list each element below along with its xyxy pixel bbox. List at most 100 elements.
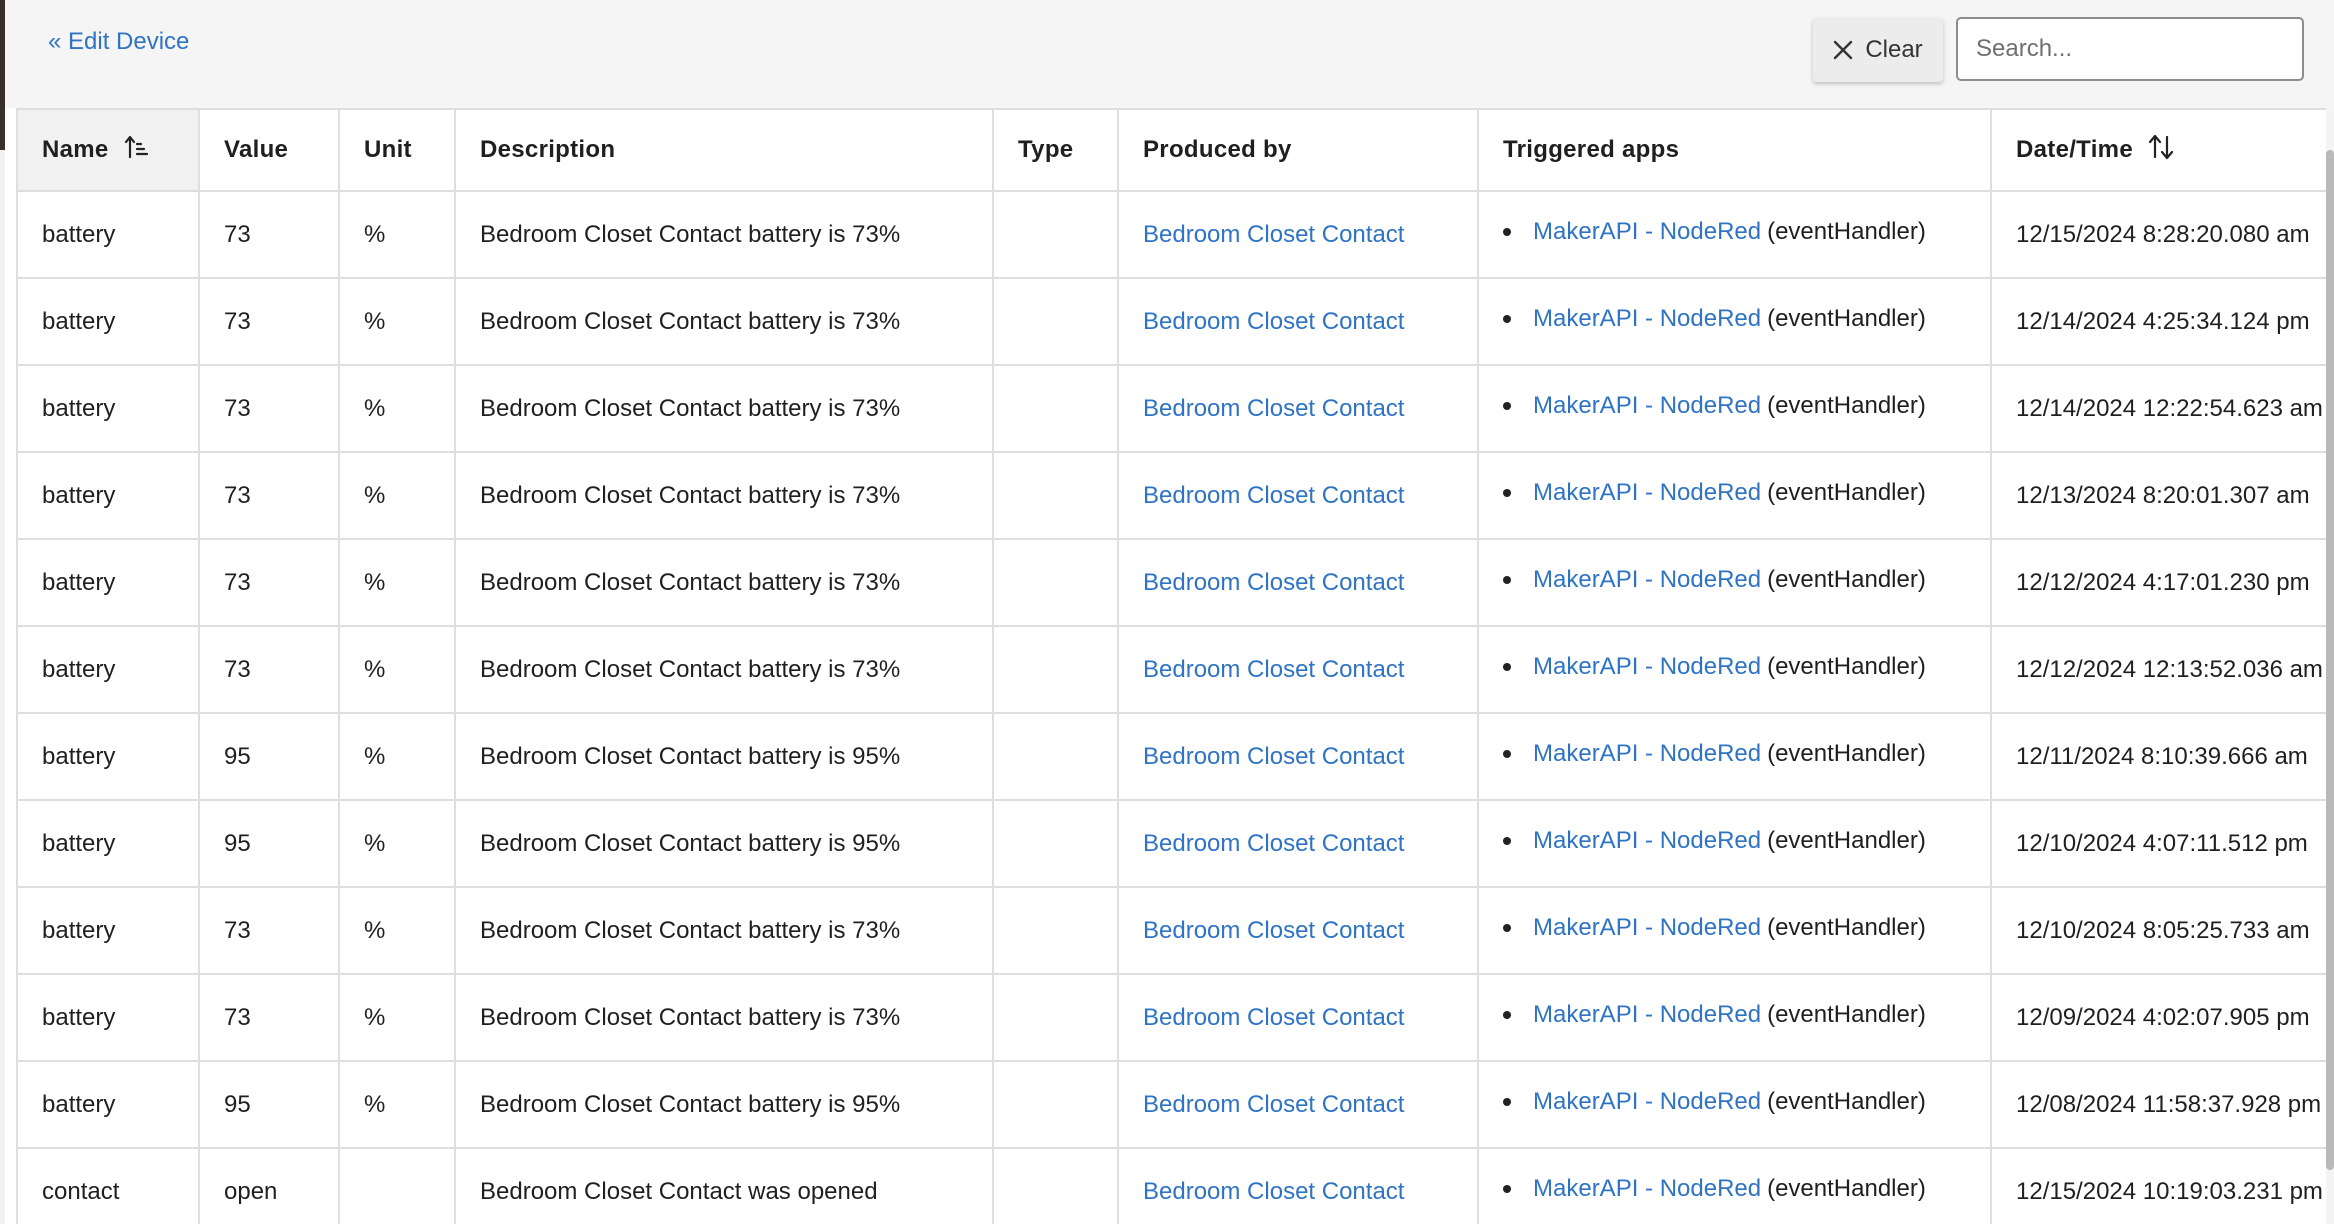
triggered-app-link[interactable]: MakerAPI - NodeRed bbox=[1533, 1088, 1761, 1116]
events-table-container: Name Value Unit Description Type Produce… bbox=[16, 108, 2334, 1224]
triggered-app-handler: (eventHandler) bbox=[1767, 652, 1926, 680]
produced-by-link[interactable]: Bedroom Closet Contact bbox=[1143, 1004, 1404, 1031]
column-header-type[interactable]: Type bbox=[992, 108, 1119, 192]
triggered-app-handler: (eventHandler) bbox=[1767, 391, 1926, 419]
cell-produced-by: Bedroom Closet Contact bbox=[1117, 799, 1479, 888]
triggered-app-link[interactable]: MakerAPI - NodeRed bbox=[1533, 740, 1761, 768]
scrollbar-thumb[interactable] bbox=[2326, 150, 2334, 1170]
cell-produced-by: Bedroom Closet Contact bbox=[1117, 886, 1479, 975]
cell-name: battery bbox=[16, 190, 200, 279]
left-window-edge bbox=[0, 0, 5, 1224]
cell-triggered-apps: MakerAPI - NodeRed (eventHandler) bbox=[1477, 712, 1992, 801]
triggered-app-link[interactable]: MakerAPI - NodeRed bbox=[1533, 479, 1761, 507]
cell-unit: % bbox=[338, 277, 456, 366]
cell-triggered-apps: MakerAPI - NodeRed (eventHandler) bbox=[1477, 1060, 1992, 1149]
cell-triggered-apps: MakerAPI - NodeRed (eventHandler) bbox=[1477, 277, 1992, 366]
cell-description: Bedroom Closet Contact battery is 95% bbox=[454, 1060, 994, 1149]
triggered-app-link[interactable]: MakerAPI - NodeRed bbox=[1533, 392, 1761, 420]
triggered-app-item: MakerAPI - NodeRed (eventHandler) bbox=[1503, 392, 1966, 420]
triggered-app-link[interactable]: MakerAPI - NodeRed bbox=[1533, 653, 1761, 681]
cell-name: battery bbox=[16, 886, 200, 975]
table-row: battery 73% Bedroom Closet Contact battery… bbox=[16, 886, 2334, 975]
triggered-app-link[interactable]: MakerAPI - NodeRed bbox=[1533, 827, 1761, 855]
cell-description: Bedroom Closet Contact battery is 73% bbox=[454, 625, 994, 714]
column-header-triggered-apps-label: Triggered apps bbox=[1503, 136, 1680, 163]
produced-by-link[interactable]: Bedroom Closet Contact bbox=[1143, 917, 1404, 944]
triggered-app-link[interactable]: MakerAPI - NodeRed bbox=[1533, 566, 1761, 594]
produced-by-link[interactable]: Bedroom Closet Contact bbox=[1143, 569, 1404, 596]
cell-datetime: 12/10/2024 4:07:11.512 pm bbox=[1990, 799, 2334, 888]
cell-name: battery bbox=[16, 277, 200, 366]
produced-by-link[interactable]: Bedroom Closet Contact bbox=[1143, 743, 1404, 770]
cell-triggered-apps: MakerAPI - NodeRed (eventHandler) bbox=[1477, 625, 1992, 714]
column-header-unit[interactable]: Unit bbox=[338, 108, 456, 192]
cell-value: open bbox=[198, 1147, 340, 1224]
cell-unit bbox=[338, 1147, 456, 1224]
cell-produced-by: Bedroom Closet Contact bbox=[1117, 1147, 1479, 1224]
triggered-app-link[interactable]: MakerAPI - NodeRed bbox=[1533, 305, 1761, 333]
column-header-value[interactable]: Value bbox=[198, 108, 340, 192]
events-table: Name Value Unit Description Type Produce… bbox=[16, 108, 2334, 1224]
cell-triggered-apps: MakerAPI - NodeRed (eventHandler) bbox=[1477, 886, 1992, 975]
search-input[interactable] bbox=[1956, 17, 2304, 81]
cell-type bbox=[992, 712, 1119, 801]
triggered-app-item: MakerAPI - NodeRed (eventHandler) bbox=[1503, 1088, 1966, 1116]
triggered-app-handler: (eventHandler) bbox=[1767, 913, 1926, 941]
cell-name: battery bbox=[16, 712, 200, 801]
column-header-datetime[interactable]: Date/Time bbox=[1990, 108, 2334, 192]
triggered-app-link[interactable]: MakerAPI - NodeRed bbox=[1533, 218, 1761, 246]
table-row: battery 73% Bedroom Closet Contact battery… bbox=[16, 625, 2334, 714]
produced-by-link[interactable]: Bedroom Closet Contact bbox=[1143, 656, 1404, 683]
column-header-name[interactable]: Name bbox=[16, 108, 200, 192]
cell-datetime: 12/11/2024 8:10:39.666 am bbox=[1990, 712, 2334, 801]
triggered-app-item: MakerAPI - NodeRed (eventHandler) bbox=[1503, 305, 1966, 333]
column-header-triggered-apps[interactable]: Triggered apps bbox=[1477, 108, 1992, 192]
cell-unit: % bbox=[338, 364, 456, 453]
table-row: battery 73% Bedroom Closet Contact battery… bbox=[16, 973, 2334, 1062]
produced-by-link[interactable]: Bedroom Closet Contact bbox=[1143, 395, 1404, 422]
triggered-app-link[interactable]: MakerAPI - NodeRed bbox=[1533, 914, 1761, 942]
table-header-row: Name Value Unit Description Type Produce… bbox=[16, 108, 2334, 192]
cell-produced-by: Bedroom Closet Contact bbox=[1117, 277, 1479, 366]
produced-by-link[interactable]: Bedroom Closet Contact bbox=[1143, 221, 1404, 248]
column-header-description[interactable]: Description bbox=[454, 108, 994, 192]
cell-type bbox=[992, 364, 1119, 453]
triggered-app-item: MakerAPI - NodeRed (eventHandler) bbox=[1503, 479, 1966, 507]
table-body: battery 73% Bedroom Closet Contact battery… bbox=[16, 190, 2334, 1224]
cell-value: 73 bbox=[198, 625, 340, 714]
bullet-icon bbox=[1503, 488, 1511, 497]
produced-by-link[interactable]: Bedroom Closet Contact bbox=[1143, 1091, 1404, 1118]
produced-by-link[interactable]: Bedroom Closet Contact bbox=[1143, 482, 1404, 509]
cell-value: 95 bbox=[198, 712, 340, 801]
bullet-icon bbox=[1503, 1184, 1511, 1193]
triggered-app-link[interactable]: MakerAPI - NodeRed bbox=[1533, 1001, 1761, 1029]
edit-device-back-link[interactable]: « Edit Device bbox=[48, 28, 189, 56]
cell-description: Bedroom Closet Contact battery is 95% bbox=[454, 799, 994, 888]
cell-datetime: 12/14/2024 12:22:54.623 am bbox=[1990, 364, 2334, 453]
cell-produced-by: Bedroom Closet Contact bbox=[1117, 712, 1479, 801]
clear-button[interactable]: Clear bbox=[1813, 18, 1943, 82]
table-row: battery 95% Bedroom Closet Contact battery… bbox=[16, 712, 2334, 801]
cell-datetime: 12/09/2024 4:02:07.905 pm bbox=[1990, 973, 2334, 1062]
cell-unit: % bbox=[338, 886, 456, 975]
cell-type bbox=[992, 799, 1119, 888]
triggered-app-link[interactable]: MakerAPI - NodeRed bbox=[1533, 1175, 1761, 1203]
bullet-icon bbox=[1503, 401, 1511, 410]
produced-by-link[interactable]: Bedroom Closet Contact bbox=[1143, 1178, 1404, 1205]
cell-triggered-apps: MakerAPI - NodeRed (eventHandler) bbox=[1477, 364, 1992, 453]
cell-type bbox=[992, 625, 1119, 714]
column-header-produced-by[interactable]: Produced by bbox=[1117, 108, 1479, 192]
table-row: battery 73% Bedroom Closet Contact battery… bbox=[16, 451, 2334, 540]
bullet-icon bbox=[1503, 314, 1511, 323]
cell-type bbox=[992, 973, 1119, 1062]
cell-produced-by: Bedroom Closet Contact bbox=[1117, 451, 1479, 540]
cell-description: Bedroom Closet Contact battery is 73% bbox=[454, 538, 994, 627]
cell-triggered-apps: MakerAPI - NodeRed (eventHandler) bbox=[1477, 538, 1992, 627]
table-row: battery 73% Bedroom Closet Contact battery… bbox=[16, 538, 2334, 627]
triggered-app-handler: (eventHandler) bbox=[1767, 1174, 1926, 1202]
bullet-icon bbox=[1503, 749, 1511, 758]
cell-unit: % bbox=[338, 625, 456, 714]
table-row: battery 73% Bedroom Closet Contact battery… bbox=[16, 364, 2334, 453]
produced-by-link[interactable]: Bedroom Closet Contact bbox=[1143, 830, 1404, 857]
produced-by-link[interactable]: Bedroom Closet Contact bbox=[1143, 308, 1404, 335]
